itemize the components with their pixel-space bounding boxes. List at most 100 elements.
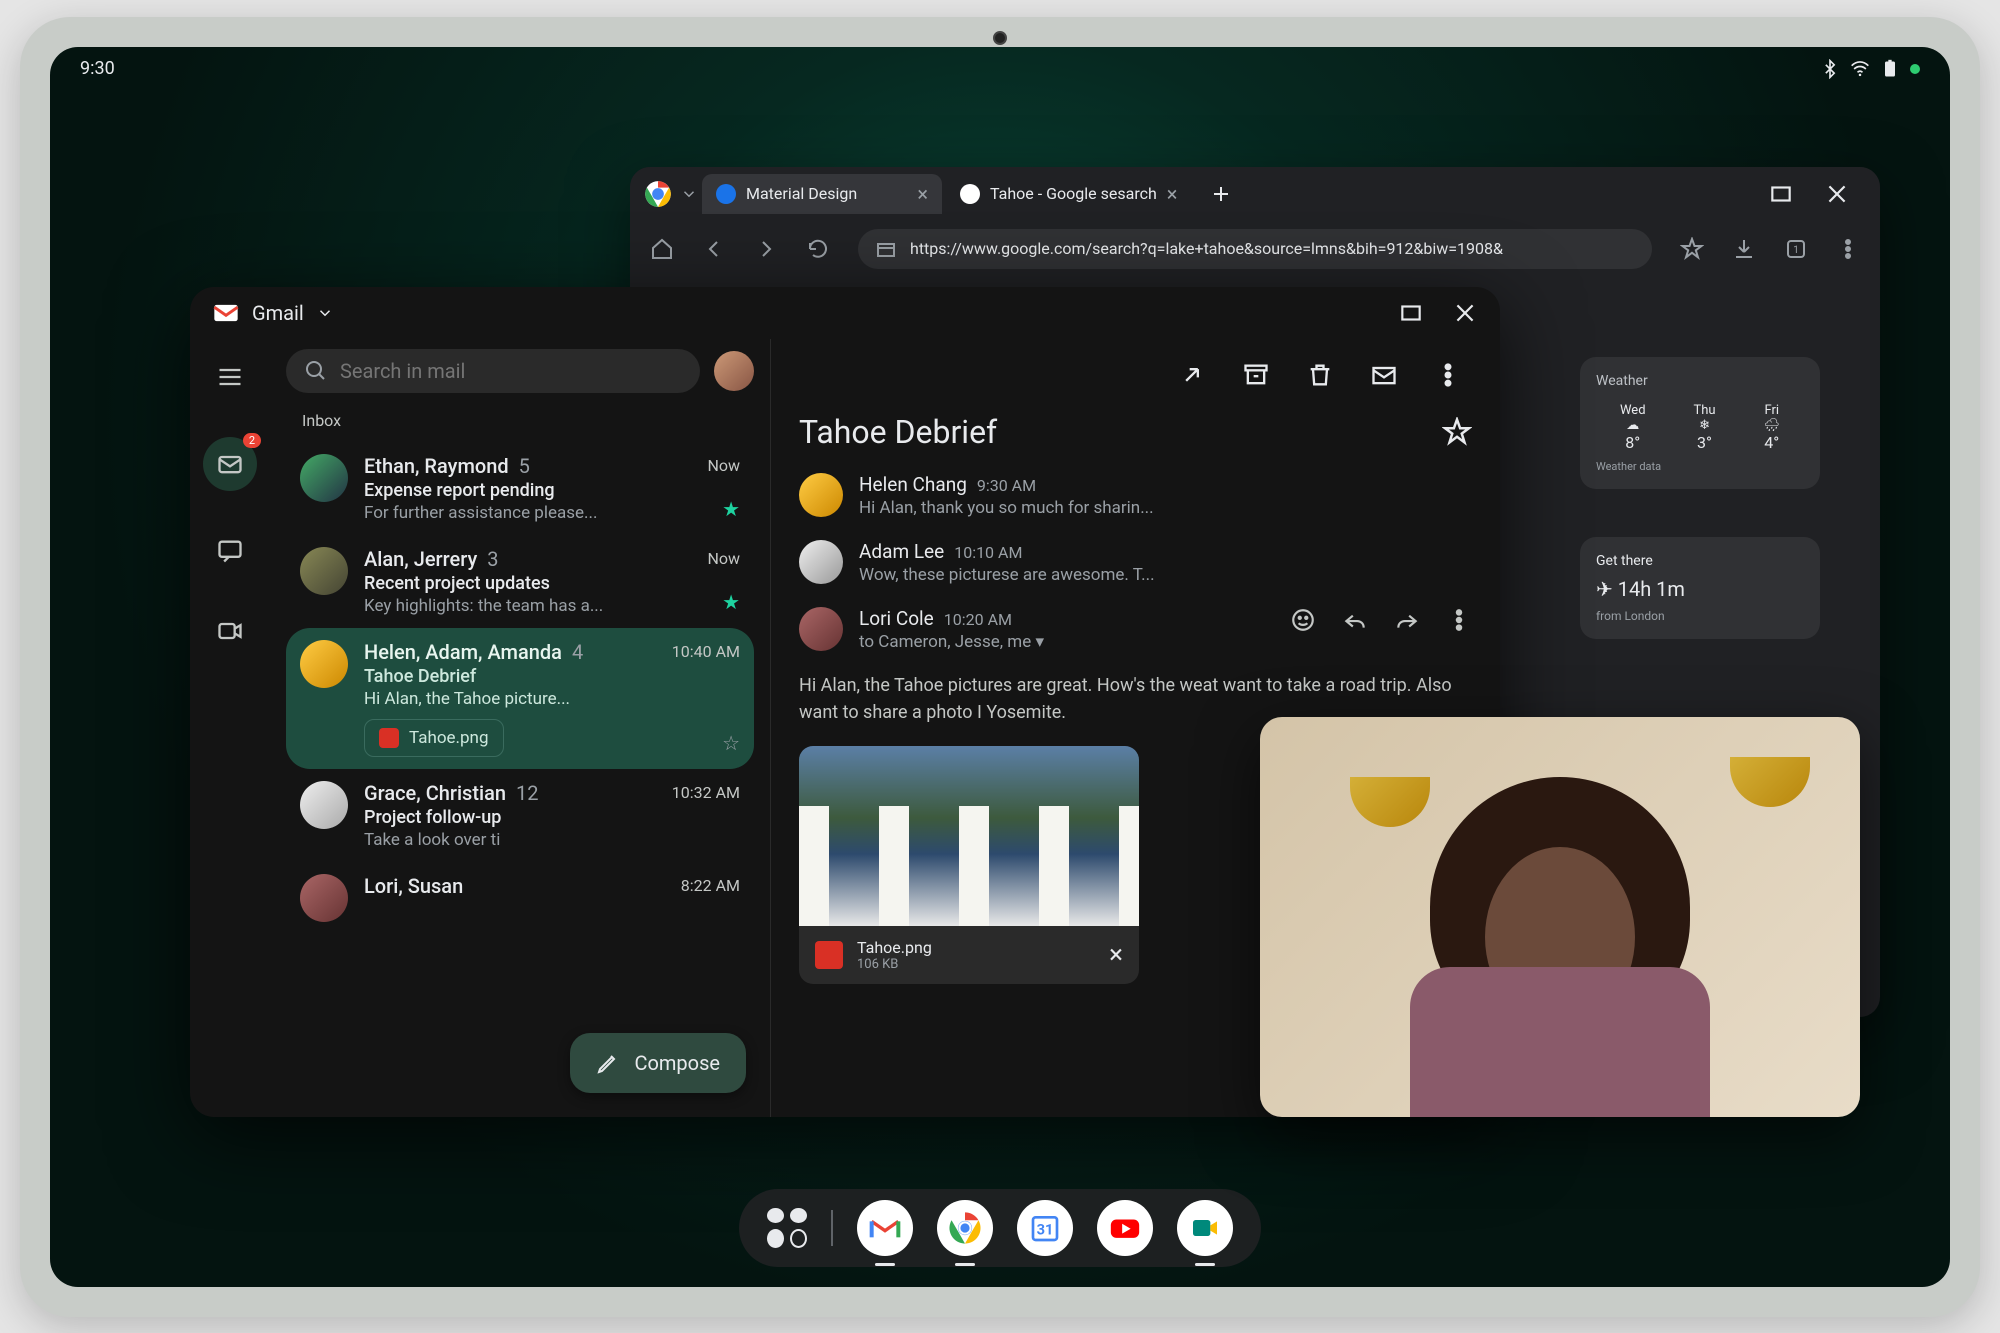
screen: 9:30 Material Design × xyxy=(50,47,1950,1287)
chat-nav-button[interactable] xyxy=(210,531,250,571)
app-title: Gmail xyxy=(252,301,304,325)
sender-avatar xyxy=(799,607,843,651)
star-icon[interactable]: ★ xyxy=(722,590,740,614)
url-text: https://www.google.com/search?q=lake+tah… xyxy=(910,239,1503,258)
taskbar-app-calendar[interactable]: 31 xyxy=(1017,1200,1073,1256)
emoji-icon[interactable] xyxy=(1290,607,1316,633)
close-icon[interactable] xyxy=(1824,181,1850,207)
reply-icon[interactable] xyxy=(1342,607,1368,633)
attachment-preview xyxy=(799,746,1139,926)
thread-message-expanded[interactable]: Lori Cole10:20 AM to Cameron, Jesse, me … xyxy=(799,607,1472,652)
delete-icon[interactable] xyxy=(1306,361,1334,389)
sender-avatar xyxy=(300,547,348,595)
star-icon[interactable] xyxy=(1442,417,1472,447)
close-icon[interactable]: × xyxy=(917,182,928,206)
chrome-toolbar: https://www.google.com/search?q=lake+tah… xyxy=(630,221,1880,277)
taskbar-app-gmail[interactable] xyxy=(857,1200,913,1256)
sender-avatar xyxy=(300,454,348,502)
star-icon[interactable]: ☆ xyxy=(722,731,740,755)
attachment-name: Tahoe.png xyxy=(857,938,1095,957)
chrome-tab[interactable]: Material Design × xyxy=(702,174,942,214)
status-icons xyxy=(1820,59,1920,79)
app-launcher-button[interactable] xyxy=(767,1208,807,1248)
taskbar-divider xyxy=(831,1210,833,1246)
weather-day: Fri🌧4° xyxy=(1764,403,1781,452)
sender-avatar xyxy=(300,640,348,688)
image-attachment[interactable]: Tahoe.png 106 KB × xyxy=(799,746,1139,984)
chrome-app-icon xyxy=(644,180,672,208)
thread-message[interactable]: Helen Chang9:30 AM Hi Alan, thank you so… xyxy=(799,473,1472,518)
chevron-down-icon[interactable] xyxy=(680,185,698,203)
get-there-card[interactable]: Get there ✈ 14h 1m from London xyxy=(1580,537,1820,639)
menu-button[interactable] xyxy=(210,357,250,397)
compose-button[interactable]: Compose xyxy=(570,1033,746,1093)
email-item[interactable]: Ethan, Raymond 5 Expense report pending … xyxy=(286,442,754,535)
bluetooth-icon xyxy=(1820,59,1840,79)
attachment-chip[interactable]: Tahoe.png xyxy=(364,719,504,757)
maximize-icon[interactable] xyxy=(1768,181,1794,207)
more-icon[interactable] xyxy=(1446,607,1472,633)
account-avatar[interactable] xyxy=(714,351,754,391)
get-there-from: from London xyxy=(1596,609,1804,623)
email-item[interactable]: Lori, Susan 8:22 AM xyxy=(286,862,754,934)
status-time: 9:30 xyxy=(80,58,115,79)
taskbar-app-meet[interactable] xyxy=(1177,1200,1233,1256)
sender-avatar xyxy=(799,540,843,584)
gmail-app-icon xyxy=(212,299,240,327)
weather-footer: Weather data xyxy=(1596,460,1804,473)
more-icon[interactable] xyxy=(1434,361,1462,389)
search-icon xyxy=(304,359,328,383)
forward-icon[interactable] xyxy=(754,237,778,261)
download-icon[interactable] xyxy=(1732,237,1756,261)
inbox-label: Inbox xyxy=(302,411,754,430)
front-camera xyxy=(993,31,1007,45)
weather-day: Thu❄3° xyxy=(1693,403,1715,452)
tabs-count-icon[interactable]: 1 xyxy=(1784,237,1808,261)
back-icon[interactable] xyxy=(702,237,726,261)
email-item[interactable]: Grace, Christian 12 Project follow-up Ta… xyxy=(286,769,754,862)
email-item-selected[interactable]: Helen, Adam, Amanda 4 Tahoe Debrief Hi A… xyxy=(286,628,754,769)
status-dot xyxy=(1910,64,1920,74)
email-item[interactable]: Alan, Jerrery 3 Recent project updates K… xyxy=(286,535,754,628)
mark-unread-icon[interactable] xyxy=(1370,361,1398,389)
mail-nav-button[interactable]: 2 xyxy=(203,437,257,491)
sender-avatar xyxy=(300,874,348,922)
url-bar[interactable]: https://www.google.com/search?q=lake+tah… xyxy=(858,229,1652,269)
attachment-size: 106 KB xyxy=(857,957,1095,972)
video-call-pip[interactable] xyxy=(1260,717,1860,1117)
site-info-icon[interactable] xyxy=(874,237,898,261)
taskbar-app-youtube[interactable] xyxy=(1097,1200,1153,1256)
window-controls xyxy=(1768,181,1870,207)
archive-icon[interactable] xyxy=(1242,361,1270,389)
thread-message[interactable]: Adam Lee10:10 AM Wow, these picturese ar… xyxy=(799,540,1472,585)
weather-card[interactable]: Weather Wed☁8° Thu❄3° Fri🌧4° Weather dat… xyxy=(1580,357,1820,489)
chrome-tab[interactable]: Tahoe - Google sesarch × xyxy=(946,174,1191,214)
star-icon[interactable] xyxy=(1680,237,1704,261)
chevron-down-icon[interactable] xyxy=(316,304,334,322)
close-icon[interactable]: × xyxy=(1167,182,1178,206)
lamp-decoration xyxy=(1730,757,1810,807)
forward-icon[interactable] xyxy=(1394,607,1420,633)
close-icon[interactable]: × xyxy=(1109,940,1123,970)
star-icon[interactable]: ★ xyxy=(722,497,740,521)
more-icon[interactable] xyxy=(1836,237,1860,261)
gmail-nav-rail: 2 xyxy=(190,339,270,1117)
reload-icon[interactable] xyxy=(806,237,830,261)
expand-icon[interactable] xyxy=(1178,361,1206,389)
search-input[interactable] xyxy=(340,359,682,383)
tab-favicon xyxy=(716,184,736,204)
meet-nav-button[interactable] xyxy=(210,611,250,651)
taskbar-app-chrome[interactable] xyxy=(937,1200,993,1256)
get-there-duration: ✈ 14h 1m xyxy=(1596,577,1804,601)
search-bar[interactable] xyxy=(286,349,700,393)
email-list: Inbox Ethan, Raymond 5 Expense report pe… xyxy=(270,339,770,1117)
svg-text:31: 31 xyxy=(1037,1220,1054,1238)
home-icon[interactable] xyxy=(650,237,674,261)
sender-avatar xyxy=(300,781,348,829)
gmail-titlebar: Gmail xyxy=(190,287,1500,339)
new-tab-button[interactable] xyxy=(1209,182,1233,206)
mail-badge: 2 xyxy=(243,433,261,448)
maximize-icon[interactable] xyxy=(1398,300,1424,326)
weather-day: Wed☁8° xyxy=(1620,403,1646,452)
close-icon[interactable] xyxy=(1452,300,1478,326)
